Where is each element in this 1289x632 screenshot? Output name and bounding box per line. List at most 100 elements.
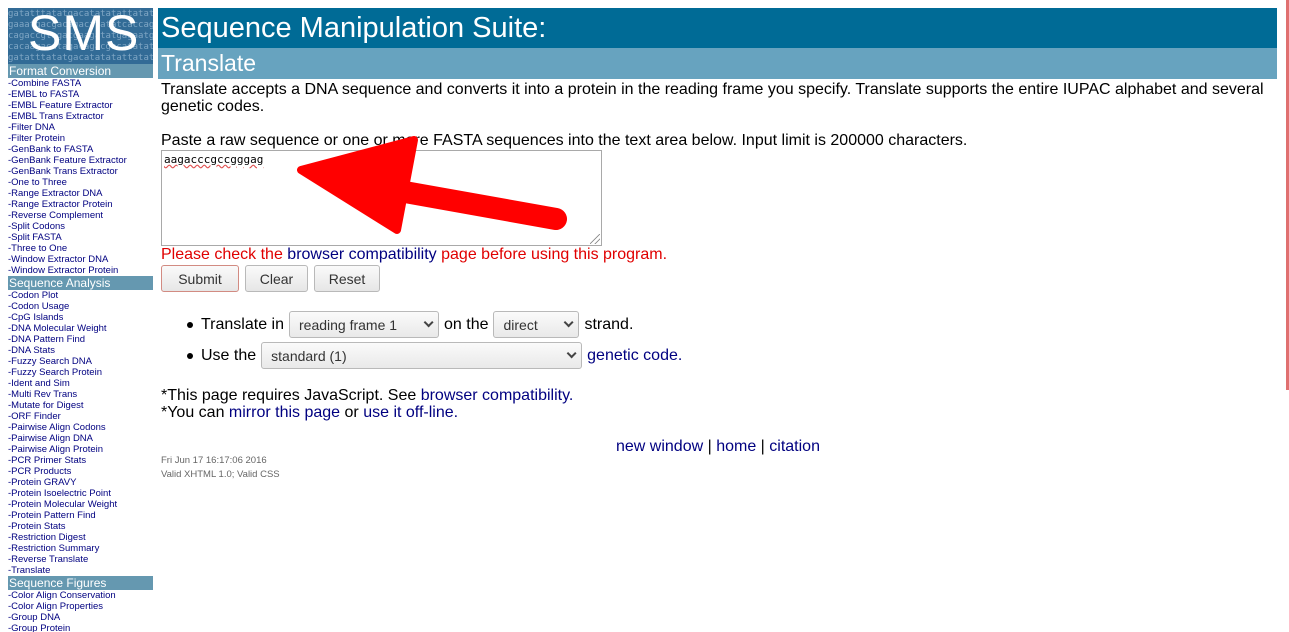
sidebar-link[interactable]: -Window Extractor Protein	[8, 265, 118, 276]
sidebar-link[interactable]: -DNA Stats	[8, 345, 55, 356]
sidebar-link[interactable]: -Filter Protein	[8, 133, 65, 144]
sidebar-link[interactable]: -Restriction Digest	[8, 532, 86, 543]
sidebar-link[interactable]: -Protein Pattern Find	[8, 510, 96, 521]
sidebar-link[interactable]: -Color Align Properties	[8, 601, 103, 612]
sidebar-item: -Group Protein	[8, 623, 153, 632]
submit-button[interactable]: Submit	[161, 265, 239, 292]
sidebar-nav-list: -Color Align Conservation -Color Align Pr…	[8, 590, 153, 632]
translate-options-row: Translate in reading frame 1 on the dire…	[187, 311, 633, 338]
sidebar-item: -Group DNA	[8, 612, 153, 623]
sidebar-link[interactable]: -Split FASTA	[8, 232, 62, 243]
sidebar-link[interactable]: -Split Codons	[8, 221, 65, 232]
strand-value: direct	[503, 316, 538, 333]
sidebar-link[interactable]: -Protein Stats	[8, 521, 66, 532]
sidebar-link[interactable]: -PCR Products	[8, 466, 71, 477]
sidebar-link[interactable]: -EMBL Trans Extractor	[8, 111, 104, 122]
sidebar-link[interactable]: -PCR Primer Stats	[8, 455, 86, 466]
footer-separator: |	[756, 438, 770, 455]
sidebar-link[interactable]: -Ident and Sim	[8, 378, 70, 389]
sidebar-section-title: Sequence Figures	[8, 576, 153, 590]
sidebar-link[interactable]: -DNA Molecular Weight	[8, 323, 107, 334]
browser-compatibility-link[interactable]: browser compatibility	[287, 246, 436, 263]
strand-select[interactable]: direct	[493, 311, 580, 338]
mirror-page-link[interactable]: mirror this page	[229, 404, 340, 421]
sidebar-link[interactable]: -EMBL Feature Extractor	[8, 100, 113, 111]
sidebar-section-title: Sequence Analysis	[8, 276, 153, 290]
sidebar-link[interactable]: -ORF Finder	[8, 411, 61, 422]
mirror-note: *You can mirror this page or use it off-…	[161, 404, 1271, 421]
sidebar-link[interactable]: -Reverse Complement	[8, 210, 103, 221]
sidebar-item: -EMBL Trans Extractor	[8, 111, 153, 122]
offline-link[interactable]: use it off-line.	[363, 404, 458, 421]
sidebar-link[interactable]: -EMBL to FASTA	[8, 89, 79, 100]
sidebar-link[interactable]: -Codon Plot	[8, 290, 58, 301]
sidebar-link[interactable]: -Range Extractor DNA	[8, 188, 103, 199]
on-the-label: on the	[444, 315, 489, 333]
sidebar-item: -EMBL Feature Extractor	[8, 100, 153, 111]
sidebar-link[interactable]: -Restriction Summary	[8, 543, 99, 554]
description: Translate accepts a DNA sequence and con…	[161, 81, 1264, 115]
sidebar-link[interactable]: -Group DNA	[8, 612, 60, 623]
sidebar-link[interactable]: -DNA Pattern Find	[8, 334, 85, 345]
sidebar-link[interactable]: -Pairwise Align DNA	[8, 433, 93, 444]
sidebar-link[interactable]: -Translate	[8, 565, 50, 576]
logo-text: SMS	[28, 8, 140, 61]
sequence-input[interactable]: aagacccgccgggag	[161, 150, 602, 246]
sidebar-link[interactable]: -Protein Isoelectric Point	[8, 488, 111, 499]
sidebar-item: -Window Extractor DNA	[8, 254, 153, 265]
home-link[interactable]: home	[716, 438, 756, 455]
sidebar-link[interactable]: -Mutate for Digest	[8, 400, 84, 411]
sidebar: gatatttatatgacatatatattatatat gaaatgacga…	[8, 8, 154, 632]
sidebar-link[interactable]: -GenBank to FASTA	[8, 144, 93, 155]
sidebar-item: -Protein Pattern Find	[8, 510, 153, 521]
translate-in-label: Translate in	[201, 315, 284, 333]
new-window-link[interactable]: new window	[616, 438, 703, 455]
use-the-label: Use the	[201, 346, 257, 364]
sidebar-sections: Format Conversion -Combine FASTA -EMBL to …	[8, 64, 154, 632]
genetic-code-link[interactable]: genetic code.	[587, 347, 682, 365]
sidebar-link[interactable]: -GenBank Trans Extractor	[8, 166, 118, 177]
sidebar-link[interactable]: -Protein GRAVY	[8, 477, 76, 488]
sidebar-link[interactable]: -Reverse Translate	[8, 554, 88, 565]
sidebar-link[interactable]: -Color Align Conservation	[8, 590, 116, 601]
sidebar-link[interactable]: -Group Protein	[8, 623, 70, 632]
sidebar-link[interactable]: -Combine FASTA	[8, 78, 81, 89]
sidebar-link[interactable]: -Codon Usage	[8, 301, 69, 312]
validity-text: Valid XHTML 1.0; Valid CSS	[161, 469, 280, 480]
sidebar-link[interactable]: -Window Extractor DNA	[8, 254, 108, 265]
citation-link[interactable]: citation	[769, 438, 820, 455]
browser-compatibility-link-2[interactable]: browser compatibility.	[421, 387, 574, 404]
clear-button[interactable]: Clear	[245, 265, 308, 292]
sidebar-link[interactable]: -Filter DNA	[8, 122, 55, 133]
instructions: Paste a raw sequence or one or more FAST…	[161, 132, 968, 149]
sidebar-section-title: Format Conversion	[8, 64, 153, 78]
sidebar-link[interactable]: -Multi Rev Trans	[8, 389, 77, 400]
resize-grip-icon[interactable]	[590, 234, 600, 244]
genetic-code-value: standard (1)	[271, 347, 347, 364]
sidebar-link[interactable]: -Fuzzy Search Protein	[8, 367, 102, 378]
sidebar-link[interactable]: -GenBank Feature Extractor	[8, 155, 127, 166]
reset-button[interactable]: Reset	[314, 265, 380, 292]
sidebar-link[interactable]: -Protein Molecular Weight	[8, 499, 117, 510]
sidebar-item: -Protein GRAVY	[8, 477, 153, 488]
reading-frame-select[interactable]: reading frame 1	[289, 311, 439, 338]
sidebar-item: -EMBL to FASTA	[8, 89, 153, 100]
sidebar-item: -Range Extractor DNA	[8, 188, 153, 199]
sidebar-link[interactable]: -Pairwise Align Protein	[8, 444, 103, 455]
sidebar-item: -GenBank Trans Extractor	[8, 166, 153, 177]
page-title: Sequence Manipulation Suite:	[158, 8, 1277, 48]
sidebar-item: -Color Align Properties	[8, 601, 153, 612]
sidebar-link[interactable]: -One to Three	[8, 177, 67, 188]
sidebar-link[interactable]: -Fuzzy Search DNA	[8, 356, 92, 367]
mirror-note-or: or	[340, 404, 364, 421]
sidebar-item: -PCR Products	[8, 466, 153, 477]
chevron-down-icon	[566, 348, 577, 359]
sidebar-link[interactable]: -Range Extractor Protein	[8, 199, 113, 210]
sms-logo[interactable]: gatatttatatgacatatatattatatat gaaatgacga…	[8, 8, 153, 64]
sidebar-link[interactable]: -Pairwise Align Codons	[8, 422, 106, 433]
genetic-code-select[interactable]: standard (1)	[261, 342, 583, 369]
sidebar-link[interactable]: -Three to One	[8, 243, 67, 254]
sidebar-link[interactable]: -CpG Islands	[8, 312, 63, 323]
sidebar-item: -Fuzzy Search DNA	[8, 356, 153, 367]
sidebar-item: -PCR Primer Stats	[8, 455, 153, 466]
